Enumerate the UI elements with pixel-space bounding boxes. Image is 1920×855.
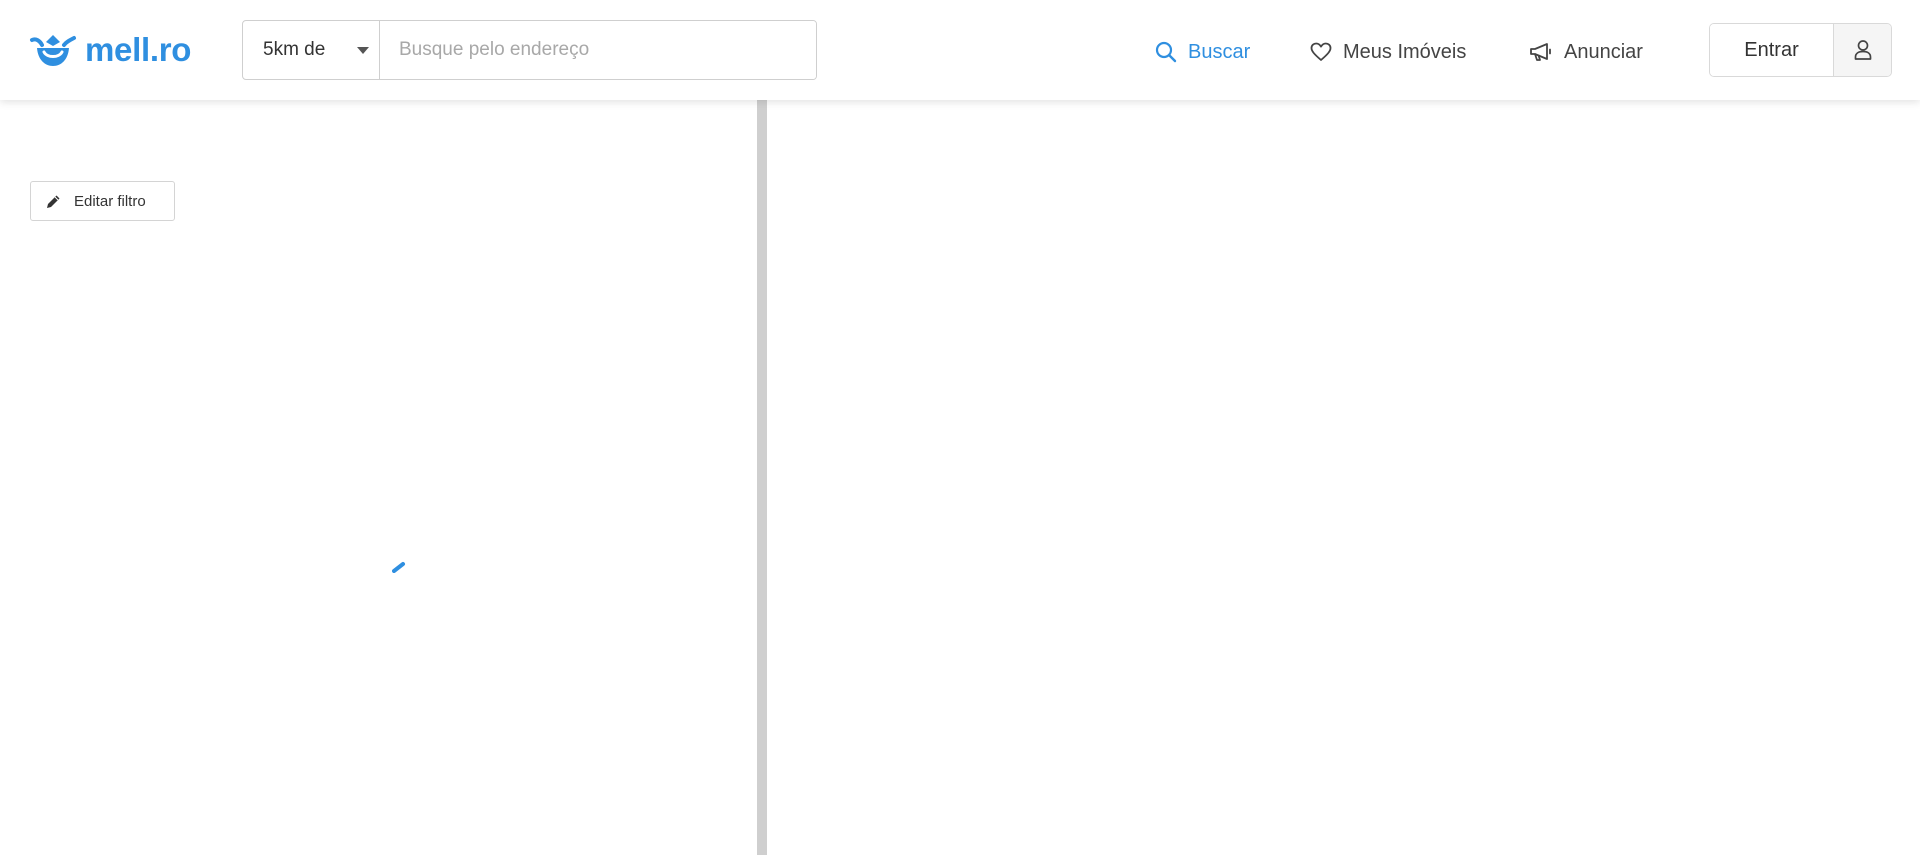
login-group: Entrar — [1709, 23, 1892, 77]
login-button[interactable]: Entrar — [1710, 24, 1833, 76]
user-icon — [1854, 40, 1871, 60]
loading-spinner-icon — [392, 562, 405, 573]
panel-resize-divider[interactable] — [757, 100, 767, 855]
nav-advertise-label: Anunciar — [1564, 40, 1643, 63]
address-search-input[interactable] — [380, 21, 816, 79]
top-header: mell.ro 5km de Buscar Meus Imóveis Anunc… — [0, 0, 1920, 100]
radius-select-value: 5km de — [263, 39, 326, 60]
edit-filter-button[interactable]: Editar filtro — [30, 181, 175, 221]
nav-advertise-link[interactable]: Anunciar — [1529, 30, 1643, 74]
search-icon — [1155, 41, 1177, 63]
results-panel: Editar filtro — [0, 100, 757, 855]
site-logo[interactable]: mell.ro — [29, 30, 191, 70]
nav-search-link[interactable]: Buscar — [1155, 30, 1250, 74]
user-menu-button[interactable] — [1833, 24, 1891, 76]
pencil-icon — [47, 195, 60, 208]
heart-icon — [1310, 42, 1332, 61]
radius-select[interactable]: 5km de — [243, 21, 380, 79]
nav-favorites-link[interactable]: Meus Imóveis — [1310, 30, 1466, 74]
address-search-bar: 5km de — [242, 20, 817, 80]
edit-filter-label: Editar filtro — [74, 192, 146, 210]
nav-favorites-label: Meus Imóveis — [1343, 40, 1467, 63]
mellro-logo-icon — [30, 35, 76, 66]
megaphone-icon — [1530, 43, 1551, 61]
nav-search-label: Buscar — [1188, 40, 1251, 63]
map-area[interactable] — [767, 100, 1920, 855]
brand-name: mell.ro — [85, 31, 192, 68]
caret-down-icon — [357, 47, 369, 54]
